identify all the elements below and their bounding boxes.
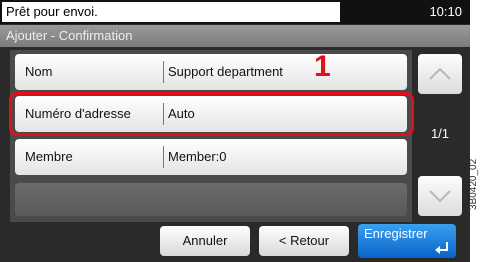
figure-code: 3B0420_02: [468, 158, 479, 210]
chevron-down-icon: [429, 190, 451, 203]
row-divider: [163, 103, 164, 125]
status-bar: Prêt pour envoi. 10:10: [0, 0, 470, 24]
row-divider: [163, 146, 164, 168]
status-message: Prêt pour envoi.: [2, 2, 340, 22]
cancel-button[interactable]: Annuler: [160, 226, 250, 256]
row-value: Member:0: [168, 149, 227, 164]
screen-title: Ajouter - Confirmation: [0, 25, 470, 47]
page-indicator: 1/1: [430, 126, 450, 141]
list-row-empty: [15, 183, 407, 216]
row-value: Support department: [168, 64, 283, 79]
scroll-up-button[interactable]: [418, 54, 462, 94]
clock: 10:10: [429, 4, 462, 19]
callout-number: 1: [314, 50, 331, 83]
list-row-numero-adresse[interactable]: Numéro d'adresse Auto: [15, 96, 407, 132]
list-row-membre[interactable]: Membre Member:0: [15, 139, 407, 175]
row-label: Numéro d'adresse: [25, 106, 131, 121]
bottom-bar: Annuler < Retour Enregistrer: [0, 222, 470, 262]
row-label: Nom: [25, 64, 53, 79]
settings-list: Nom Support department Numéro d'adresse …: [10, 50, 412, 222]
enter-icon: [435, 242, 448, 254]
save-button[interactable]: Enregistrer: [358, 224, 456, 258]
scroll-down-button[interactable]: [418, 176, 462, 216]
row-divider: [163, 61, 164, 83]
chevron-up-icon: [429, 67, 451, 80]
list-row-nom[interactable]: Nom Support department: [15, 54, 407, 90]
row-label: Membre: [25, 149, 73, 164]
device-screen: Prêt pour envoi. 10:10 Ajouter - Confirm…: [0, 0, 470, 262]
save-button-label: Enregistrer: [364, 226, 428, 241]
row-value: Auto: [168, 106, 195, 121]
back-button[interactable]: < Retour: [259, 226, 349, 256]
